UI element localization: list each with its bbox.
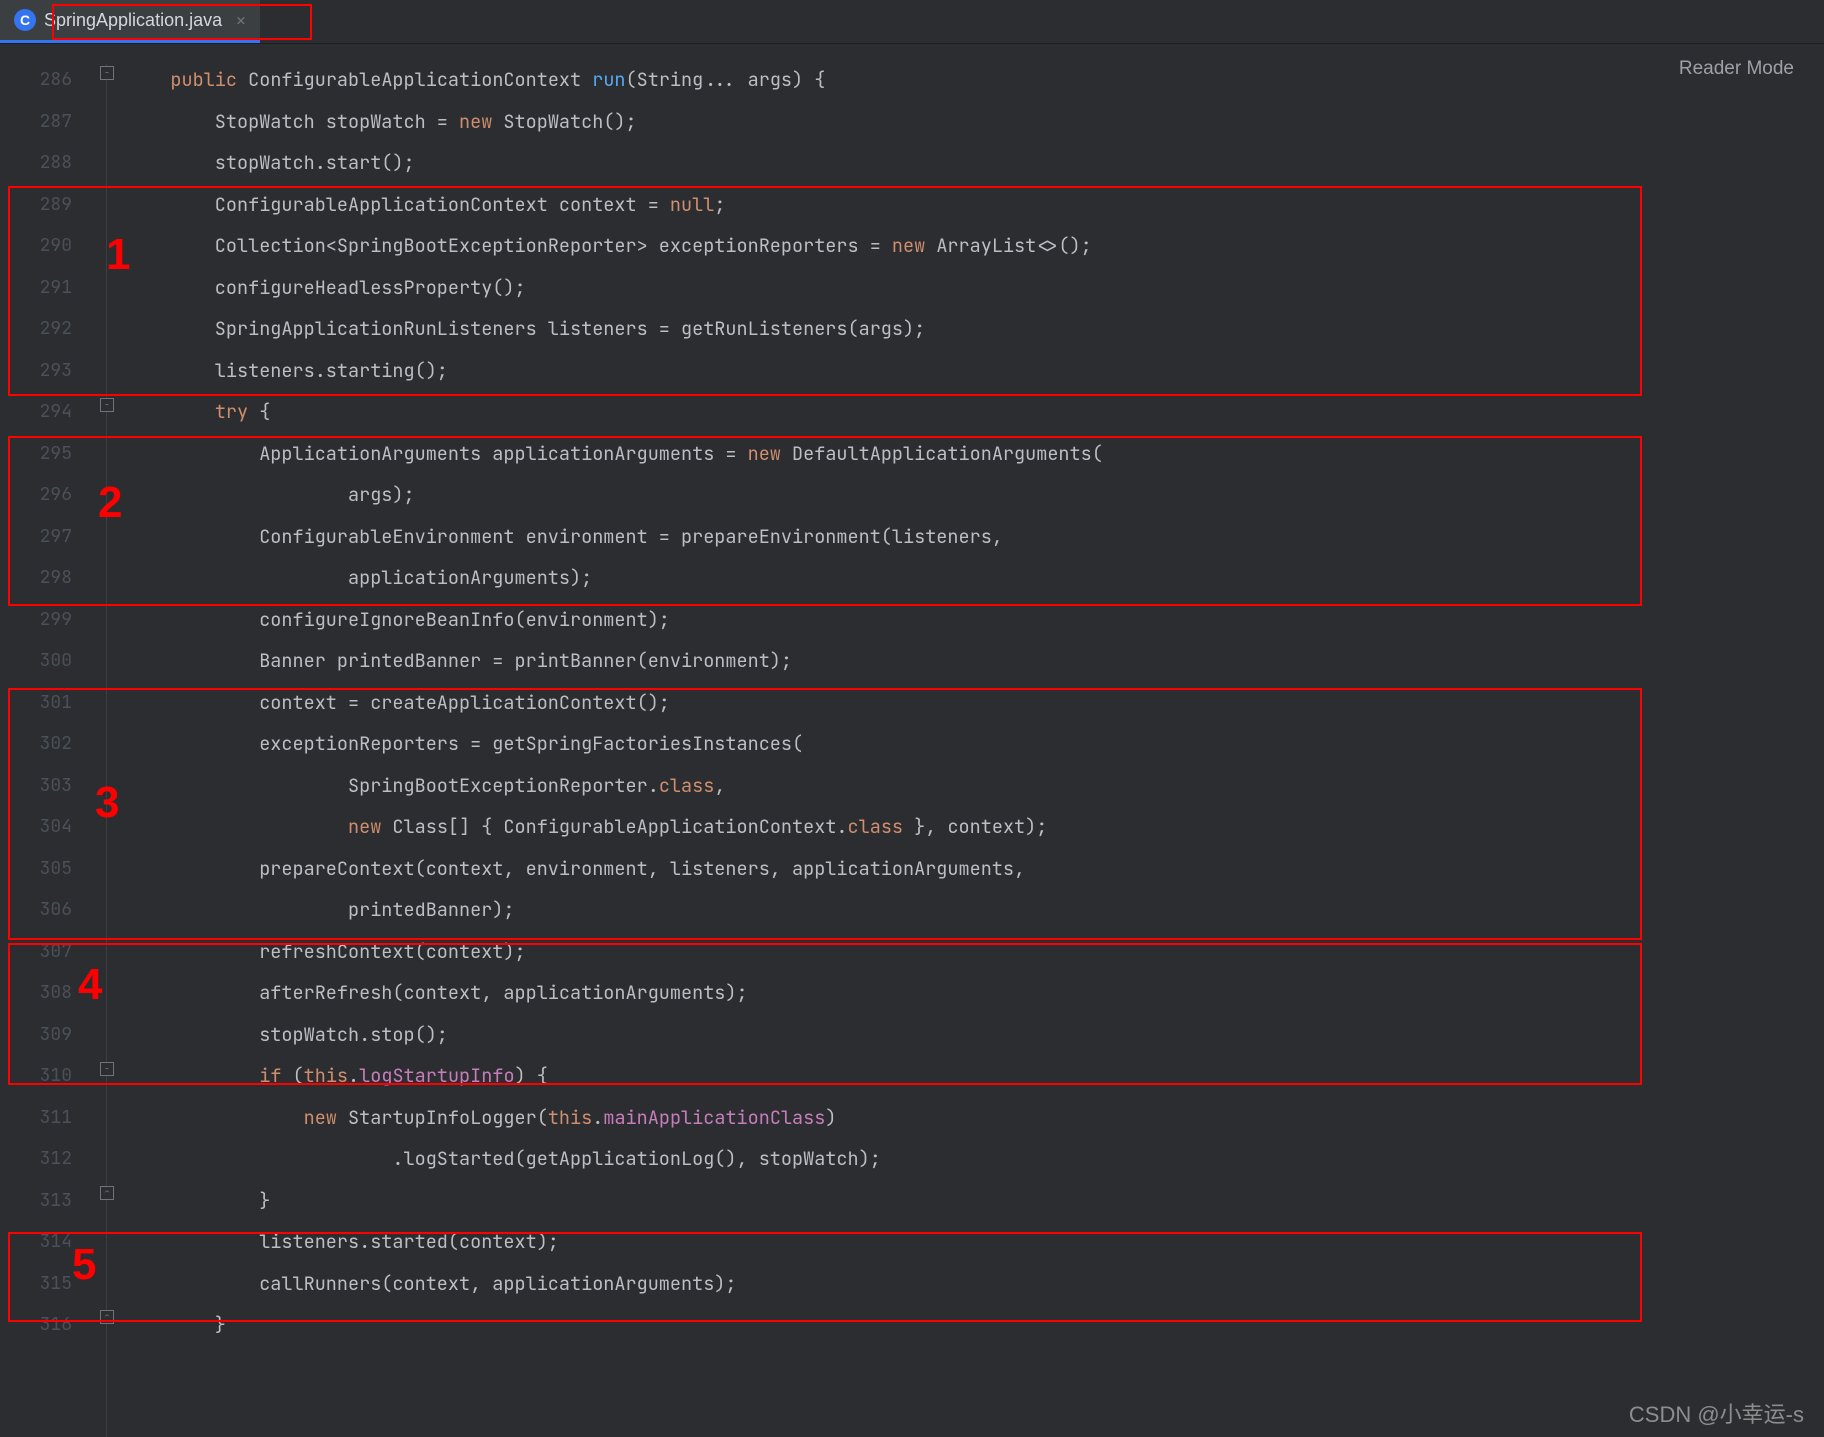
code-line[interactable]: stopWatch.stop();	[126, 1014, 1824, 1056]
editor: 2862872882892902912922932942952962972982…	[0, 44, 1824, 1437]
code-line[interactable]: callRunners(context, applicationArgument…	[126, 1263, 1824, 1305]
code-area[interactable]: public ConfigurableApplicationContext ru…	[126, 44, 1824, 1437]
line-number: 292	[0, 308, 72, 350]
line-number: 299	[0, 599, 72, 641]
watermark: CSDN @小幸运-s	[1629, 1397, 1804, 1429]
code-line[interactable]: }	[126, 1180, 1824, 1222]
code-line[interactable]: StopWatch stopWatch = new StopWatch();	[126, 101, 1824, 143]
line-number-gutter: 2862872882892902912922932942952962972982…	[0, 44, 90, 1437]
code-line[interactable]: new Class[] { ConfigurableApplicationCon…	[126, 806, 1824, 848]
line-number: 315	[0, 1263, 72, 1305]
line-number: 303	[0, 765, 72, 807]
line-number: 311	[0, 1097, 72, 1139]
line-number: 287	[0, 101, 72, 143]
code-line[interactable]: new StartupInfoLogger(this.mainApplicati…	[126, 1097, 1824, 1139]
code-line[interactable]: exceptionReporters = getSpringFactoriesI…	[126, 723, 1824, 765]
code-line[interactable]: listeners.started(context);	[126, 1221, 1824, 1263]
code-line[interactable]: stopWatch.start();	[126, 142, 1824, 184]
line-number: 314	[0, 1221, 72, 1263]
fold-toggle-icon[interactable]: −	[100, 66, 114, 80]
code-line[interactable]: refreshContext(context);	[126, 931, 1824, 973]
line-number: 306	[0, 889, 72, 931]
line-number: 308	[0, 972, 72, 1014]
code-line[interactable]: context = createApplicationContext();	[126, 682, 1824, 724]
code-line[interactable]: Collection<SpringBootExceptionReporter> …	[126, 225, 1824, 267]
line-number: 286	[0, 59, 72, 101]
code-line[interactable]: listeners.starting();	[126, 350, 1824, 392]
line-number: 302	[0, 723, 72, 765]
line-number: 294	[0, 391, 72, 433]
code-line[interactable]: try {	[126, 391, 1824, 433]
scrollbar[interactable]	[1806, 44, 1824, 1437]
code-line[interactable]: ConfigurableEnvironment environment = pr…	[126, 516, 1824, 558]
line-number: 310	[0, 1055, 72, 1097]
code-line[interactable]: SpringBootExceptionReporter.class,	[126, 765, 1824, 807]
fold-toggle-icon[interactable]: ⌃	[100, 1186, 114, 1200]
line-number: 301	[0, 682, 72, 724]
line-number: 309	[0, 1014, 72, 1056]
code-line[interactable]: ConfigurableApplicationContext context =…	[126, 184, 1824, 226]
line-number: 291	[0, 267, 72, 309]
line-number: 307	[0, 931, 72, 973]
code-line[interactable]: args);	[126, 474, 1824, 516]
line-number: 295	[0, 433, 72, 475]
line-number: 312	[0, 1138, 72, 1180]
code-line[interactable]: Banner printedBanner = printBanner(envir…	[126, 640, 1824, 682]
line-number: 290	[0, 225, 72, 267]
close-icon[interactable]: ✕	[236, 10, 246, 31]
tab-bar: C SpringApplication.java ✕	[0, 0, 1824, 44]
line-number: 297	[0, 516, 72, 558]
code-line[interactable]: ApplicationArguments applicationArgument…	[126, 433, 1824, 475]
class-icon: C	[14, 9, 36, 31]
code-line[interactable]: public ConfigurableApplicationContext ru…	[126, 59, 1824, 101]
code-line[interactable]: afterRefresh(context, applicationArgumen…	[126, 972, 1824, 1014]
fold-toggle-icon[interactable]: ⌃	[100, 1310, 114, 1324]
line-number: 289	[0, 184, 72, 226]
code-line[interactable]: prepareContext(context, environment, lis…	[126, 848, 1824, 890]
fold-toggle-icon[interactable]: −	[100, 1062, 114, 1076]
code-line[interactable]: if (this.logStartupInfo) {	[126, 1055, 1824, 1097]
code-line[interactable]: }	[126, 1304, 1824, 1346]
editor-tab[interactable]: C SpringApplication.java ✕	[0, 0, 260, 43]
code-line[interactable]: SpringApplicationRunListeners listeners …	[126, 308, 1824, 350]
tab-label: SpringApplication.java	[44, 10, 222, 31]
line-number: 300	[0, 640, 72, 682]
line-number: 305	[0, 848, 72, 890]
code-line[interactable]: applicationArguments);	[126, 557, 1824, 599]
fold-toggle-icon[interactable]: −	[100, 398, 114, 412]
code-line[interactable]: .logStarted(getApplicationLog(), stopWat…	[126, 1138, 1824, 1180]
fold-gutter: − − − ⌃ ⌃	[90, 44, 126, 1437]
code-line[interactable]: configureHeadlessProperty();	[126, 267, 1824, 309]
line-number: 313	[0, 1180, 72, 1222]
line-number: 316	[0, 1304, 72, 1346]
code-line[interactable]: printedBanner);	[126, 889, 1824, 931]
line-number: 304	[0, 806, 72, 848]
line-number: 296	[0, 474, 72, 516]
line-number: 298	[0, 557, 72, 599]
line-number: 288	[0, 142, 72, 184]
code-line[interactable]: configureIgnoreBeanInfo(environment);	[126, 599, 1824, 641]
reader-mode-toggle[interactable]: Reader Mode	[1679, 58, 1794, 80]
line-number: 293	[0, 350, 72, 392]
